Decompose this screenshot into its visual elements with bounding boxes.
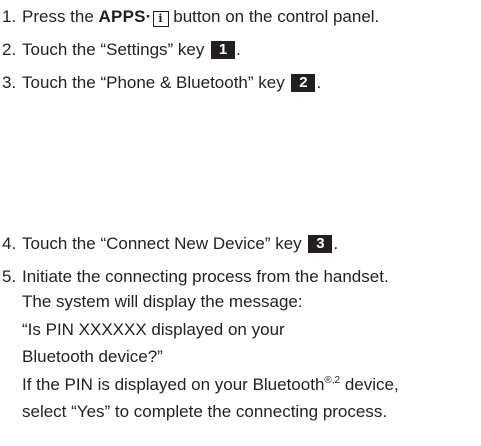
step-text-pre: Press the [22, 7, 99, 26]
step-line: The system will display the message: [22, 292, 303, 311]
message-line: “Is PIN XXXXXX displayed on your [22, 320, 285, 339]
step-text-post: . [333, 234, 339, 253]
info-icon: i [152, 11, 169, 27]
step-text-pre: Touch the “Phone & Bluetooth” key [22, 73, 290, 92]
step-line-post: device, [340, 375, 399, 394]
step-number: 2. [2, 40, 17, 59]
step-number: 1. [2, 7, 17, 26]
step-text: Touch the “Phone & Bluetooth” key 2. [22, 71, 321, 95]
step-text-post: button on the control panel. [168, 7, 380, 26]
key-number-badge: 3 [308, 235, 333, 253]
key-number-badge: 1 [211, 41, 236, 59]
message-line: Bluetooth device?” [22, 347, 163, 366]
step-text: Touch the “Connect New Device” key 3. [22, 232, 338, 256]
step-line-pre: If the PIN is displayed on your Bluetoot… [22, 375, 325, 394]
step-text: Touch the “Settings” key 1. [22, 38, 241, 62]
step-line: If the PIN is displayed on your Bluetoot… [22, 373, 399, 397]
step-number: 3. [2, 73, 17, 92]
step-number: 5. [2, 267, 17, 286]
step-text: Press the APPS· i button on the control p… [22, 5, 379, 29]
step-text-pre: Touch the “Settings” key [22, 40, 210, 59]
key-number-badge: 2 [291, 74, 316, 92]
step-text-post: . [316, 73, 322, 92]
step-line: select “Yes” to complete the connecting … [22, 402, 388, 421]
step-text-pre: Touch the “Connect New Device” key [22, 234, 307, 253]
trademark-superscript: ®,2 [324, 375, 341, 386]
step-text-post: . [236, 40, 241, 59]
apps-button-label: APPS· [98, 7, 152, 26]
step-5: 5. Initiate the connecting process from … [0, 265, 481, 445]
step-number: 4. [2, 234, 17, 253]
step-line: Initiate the connecting process from the… [22, 267, 389, 286]
